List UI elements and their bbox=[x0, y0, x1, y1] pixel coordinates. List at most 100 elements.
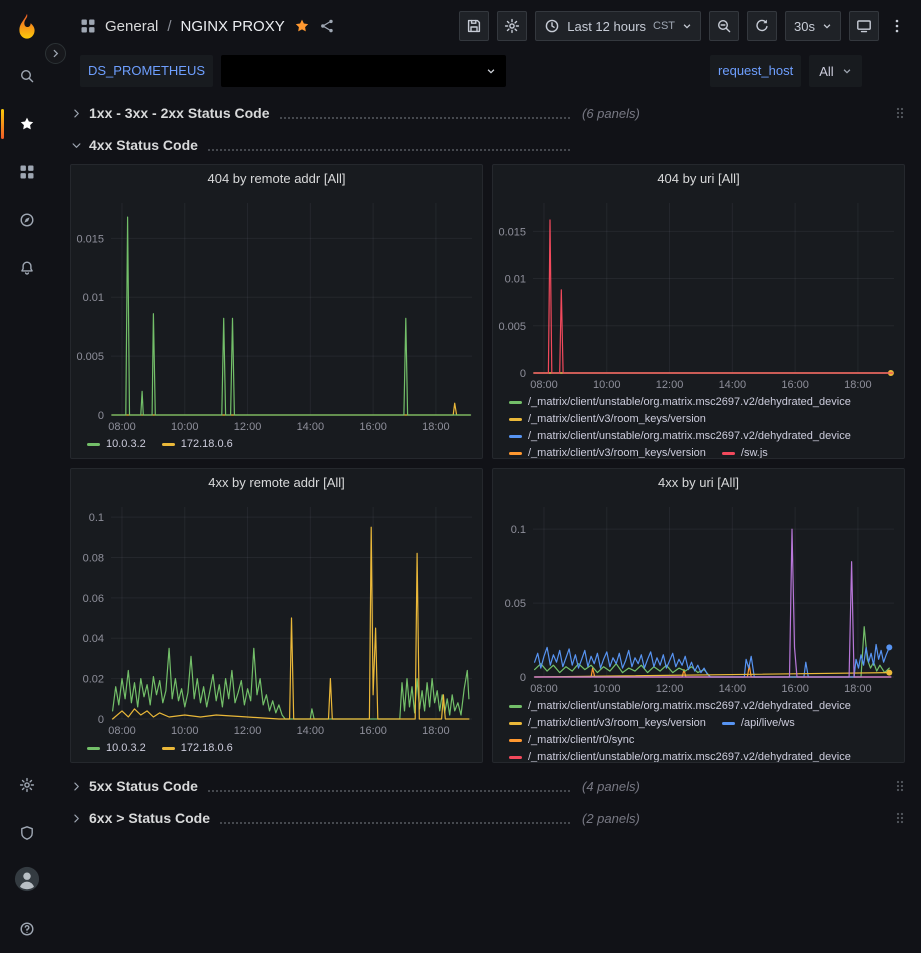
svg-text:10:00: 10:00 bbox=[171, 725, 199, 737]
panel-4xx-by-remote-addr: 4xx by remote addr [All] 00.020.040.060.… bbox=[70, 468, 483, 763]
chevron-down-icon bbox=[822, 21, 832, 31]
help-icon bbox=[19, 921, 35, 937]
svg-text:14:00: 14:00 bbox=[719, 379, 747, 391]
legend-series-label: 10.0.3.2 bbox=[106, 437, 146, 452]
legend-series-swatch bbox=[87, 747, 100, 750]
legend-item[interactable]: /sw.js bbox=[722, 446, 768, 459]
share-icon[interactable] bbox=[319, 18, 335, 34]
legend-series-label: /_matrix/client/v3/room_keys/version bbox=[528, 716, 706, 731]
dashboard-grid-icon[interactable] bbox=[80, 18, 96, 34]
legend-item[interactable]: /_matrix/client/r0/sync bbox=[509, 733, 634, 748]
legend-series-label: /_matrix/client/unstable/org.matrix.msc2… bbox=[528, 750, 851, 763]
grafana-logo[interactable] bbox=[0, 0, 54, 52]
panel-legend: 10.0.3.2 172.18.0.6 bbox=[71, 435, 482, 458]
panel-title[interactable]: 4xx by remote addr [All] bbox=[71, 469, 482, 497]
legend-series-swatch bbox=[509, 739, 522, 742]
time-picker-button[interactable]: Last 12 hours CST bbox=[535, 11, 701, 41]
row-header-1xx-3xx-2xx[interactable]: 1xx - 3xx - 2xx Status Code (6 panels) bbox=[70, 100, 905, 126]
svg-text:08:00: 08:00 bbox=[108, 725, 136, 737]
page-title[interactable]: NGINX PROXY bbox=[181, 18, 285, 35]
legend-series-label: 172.18.0.6 bbox=[181, 741, 233, 756]
variable-label-request-host: request_host bbox=[710, 55, 801, 87]
legend-series-label: /_matrix/client/v3/room_keys/version bbox=[528, 446, 706, 459]
legend-item[interactable]: /_matrix/client/unstable/org.matrix.msc2… bbox=[509, 395, 851, 410]
refresh-button[interactable] bbox=[747, 11, 777, 41]
chart-area[interactable]: 00.020.040.060.080.108:0010:0012:0014:00… bbox=[71, 497, 482, 739]
legend-item[interactable]: 10.0.3.2 bbox=[87, 437, 146, 452]
sidebar-item-configuration[interactable] bbox=[0, 761, 54, 809]
chart-area[interactable]: 00.050.108:0010:0012:0014:0016:0018:00 bbox=[493, 497, 904, 697]
panel-title[interactable]: 404 by uri [All] bbox=[493, 165, 904, 193]
legend-series-label: /_matrix/client/unstable/org.matrix.msc2… bbox=[528, 429, 851, 444]
row-dotted-leader bbox=[208, 790, 570, 792]
favorite-star-icon[interactable] bbox=[294, 18, 310, 34]
refresh-interval-dropdown[interactable]: 30s bbox=[785, 11, 841, 41]
legend-item[interactable]: 10.0.3.2 bbox=[87, 741, 146, 756]
svg-text:0.015: 0.015 bbox=[76, 233, 104, 245]
panel-404-by-uri: 404 by uri [All] 00.0050.010.01508:0010:… bbox=[492, 164, 905, 459]
datasource-select[interactable] bbox=[221, 55, 506, 87]
legend-item[interactable]: /_matrix/client/unstable/org.matrix.msc2… bbox=[509, 699, 851, 714]
legend-series-swatch bbox=[509, 435, 522, 438]
chart-area[interactable]: 00.0050.010.01508:0010:0012:0014:0016:00… bbox=[71, 193, 482, 435]
zoom-out-time-button[interactable] bbox=[709, 11, 739, 41]
legend-item[interactable]: /_matrix/client/unstable/org.matrix.msc2… bbox=[509, 750, 851, 763]
legend-series-label: /_matrix/client/unstable/org.matrix.msc2… bbox=[528, 699, 851, 714]
legend-item[interactable]: 172.18.0.6 bbox=[162, 741, 233, 756]
sidebar-expand-button[interactable] bbox=[45, 43, 66, 64]
row-panel-count: (4 panels) bbox=[582, 779, 640, 794]
breadcrumb: General / NGINX PROXY bbox=[80, 18, 335, 35]
drag-dots-icon bbox=[895, 810, 905, 826]
row-header-4xx[interactable]: 4xx Status Code bbox=[70, 132, 905, 158]
sidebar-item-profile[interactable] bbox=[0, 857, 54, 905]
timeseries-chart[interactable]: 00.020.040.060.080.108:0010:0012:0014:00… bbox=[71, 497, 482, 739]
breadcrumb-section[interactable]: General bbox=[105, 18, 158, 35]
sidebar-item-server-admin[interactable] bbox=[0, 809, 54, 857]
chevron-right-icon bbox=[70, 812, 83, 825]
legend-item[interactable]: /_matrix/client/v3/room_keys/version bbox=[509, 716, 706, 731]
timeseries-chart[interactable]: 00.0050.010.01508:0010:0012:0014:0016:00… bbox=[493, 193, 904, 393]
chart-area[interactable]: 00.0050.010.01508:0010:0012:0014:0016:00… bbox=[493, 193, 904, 393]
dashboard-settings-button[interactable] bbox=[497, 11, 527, 41]
row-drag-handle[interactable] bbox=[895, 105, 905, 121]
row-header-6xx[interactable]: 6xx > Status Code (2 panels) bbox=[70, 805, 905, 831]
legend-series-swatch bbox=[162, 443, 175, 446]
row-drag-handle[interactable] bbox=[895, 810, 905, 826]
legend-item[interactable]: /_matrix/client/v3/room_keys/version bbox=[509, 412, 706, 427]
cycle-view-mode-button[interactable] bbox=[849, 11, 879, 41]
legend-series-swatch bbox=[509, 756, 522, 759]
legend-item[interactable]: 172.18.0.6 bbox=[162, 437, 233, 452]
sidebar-item-dashboards[interactable] bbox=[0, 148, 54, 196]
row-title: 6xx > Status Code bbox=[89, 810, 210, 826]
row-header-5xx[interactable]: 5xx Status Code (4 panels) bbox=[70, 773, 905, 799]
svg-text:18:00: 18:00 bbox=[844, 683, 872, 695]
svg-text:16:00: 16:00 bbox=[359, 421, 387, 433]
svg-text:0.06: 0.06 bbox=[83, 593, 104, 605]
request-host-select[interactable]: All bbox=[809, 55, 861, 87]
sidebar-item-alerting[interactable] bbox=[0, 244, 54, 292]
side-menu bbox=[0, 0, 54, 953]
timeseries-chart[interactable]: 00.0050.010.01508:0010:0012:0014:0016:00… bbox=[71, 193, 482, 435]
row-drag-handle[interactable] bbox=[895, 778, 905, 794]
panel-title[interactable]: 4xx by uri [All] bbox=[493, 469, 904, 497]
row-title: 4xx Status Code bbox=[89, 137, 198, 153]
refresh-icon bbox=[754, 18, 770, 34]
chevron-right-icon bbox=[70, 780, 83, 793]
row-title: 5xx Status Code bbox=[89, 778, 198, 794]
legend-item[interactable]: /api/live/ws bbox=[722, 716, 795, 731]
panel-title[interactable]: 404 by remote addr [All] bbox=[71, 165, 482, 193]
variables-toolbar: DS_PROMETHEUS request_host All bbox=[54, 52, 921, 90]
chevron-down-icon bbox=[842, 66, 852, 76]
sidebar-item-starred[interactable] bbox=[0, 100, 54, 148]
more-options-button[interactable] bbox=[887, 11, 907, 41]
svg-text:0.08: 0.08 bbox=[83, 552, 104, 564]
sidebar-item-help[interactable] bbox=[0, 905, 54, 953]
legend-item[interactable]: /_matrix/client/unstable/org.matrix.msc2… bbox=[509, 429, 851, 444]
svg-text:14:00: 14:00 bbox=[297, 421, 325, 433]
sidebar-item-explore[interactable] bbox=[0, 196, 54, 244]
save-dashboard-button[interactable] bbox=[459, 11, 489, 41]
timeseries-chart[interactable]: 00.050.108:0010:0012:0014:0016:0018:00 bbox=[493, 497, 904, 697]
svg-text:0.02: 0.02 bbox=[83, 674, 104, 686]
svg-text:16:00: 16:00 bbox=[781, 683, 809, 695]
legend-item[interactable]: /_matrix/client/v3/room_keys/version bbox=[509, 446, 706, 459]
